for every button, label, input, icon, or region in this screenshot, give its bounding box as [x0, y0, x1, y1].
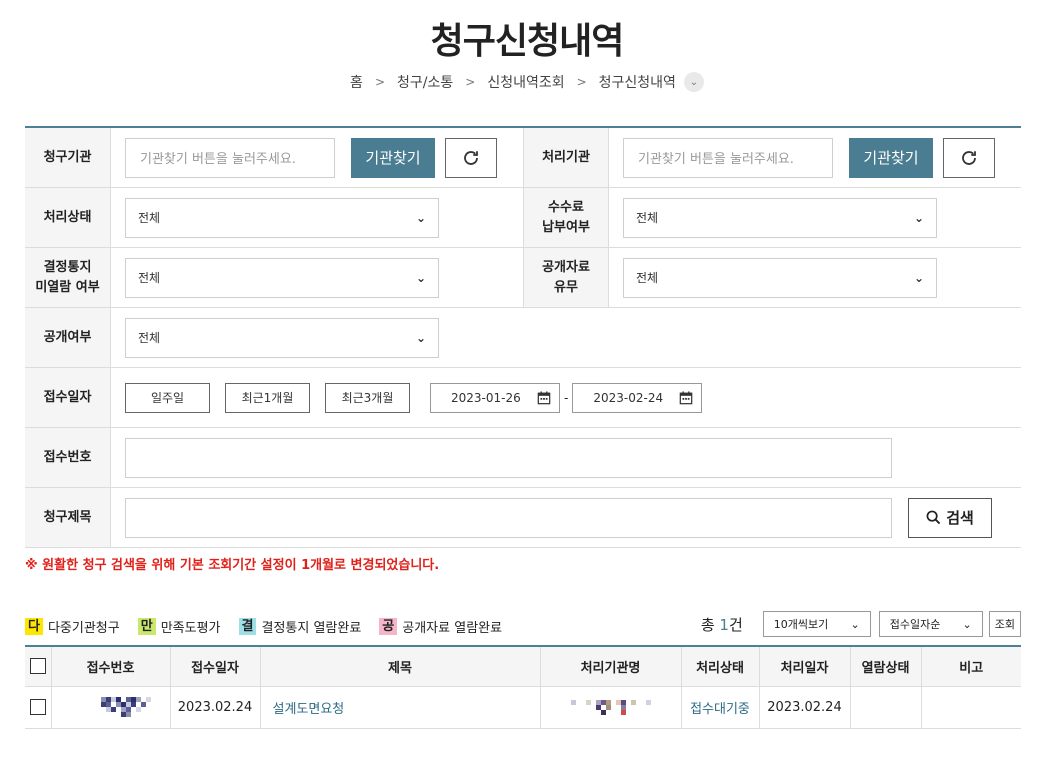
legend-public-read: 공 공개자료 열람완료 [379, 617, 502, 636]
select-all-checkbox[interactable] [29, 658, 46, 675]
receipt-date-label: 접수일자 [25, 368, 111, 427]
calendar-icon[interactable] [679, 390, 693, 405]
breadcrumb-history[interactable]: 신청내역조회 [487, 72, 564, 92]
request-org-find-button[interactable]: 기관찾기 [351, 137, 435, 178]
decision-label: 결정통지 미열람 여부 [25, 248, 111, 307]
search-icon [926, 510, 941, 525]
disclosure-select[interactable]: 전체 ⌄ [125, 317, 439, 358]
chevron-right-icon: > [576, 75, 587, 89]
table-row[interactable]: 2023.02.24 설계도면요청 접수대기중 2023.02.24 [25, 686, 1021, 729]
chevron-right-icon: > [374, 75, 385, 89]
chevron-down-icon: ⌄ [850, 617, 860, 631]
chevron-down-icon[interactable]: ⌄ [683, 72, 704, 92]
receipt-no-label: 접수번호 [25, 428, 111, 487]
request-org-label: 청구기관 [25, 128, 111, 187]
status-legend: 다 다중기관청구 만 만족도평가 결 결정통지 열람완료 공 공개자료 열람완료 [25, 617, 520, 636]
col-receipt-no: 접수번호 [50, 646, 170, 687]
col-title: 제목 [259, 646, 540, 687]
total-count: 총 1건 [700, 615, 743, 634]
start-date-input[interactable]: 2023-01-26 [430, 382, 560, 413]
public-data-label: 공개자료 유무 [523, 248, 609, 307]
chevron-down-icon: ⌄ [415, 270, 426, 285]
request-org-input[interactable]: 기관찾기 버튼을 눌러주세요. [125, 137, 335, 178]
request-title-row: 청구제목 검색 [25, 488, 1021, 548]
status-select[interactable]: 전체 ⌄ [125, 197, 439, 238]
search-button[interactable]: 검색 [908, 497, 992, 538]
period-week-button[interactable]: 일주일 [125, 382, 210, 413]
chevron-right-icon: > [465, 75, 476, 89]
org-row: 청구기관 기관찾기 버튼을 눌러주세요. 기관찾기 처리기관 기관찾기 버튼을 … [25, 128, 1021, 188]
page-size-select[interactable]: 10개씩보기 ⌄ [762, 611, 871, 637]
breadcrumb-current: 청구신청내역 [598, 75, 676, 91]
chevron-down-icon: ⌄ [913, 270, 924, 285]
chevron-down-icon: ⌄ [415, 210, 426, 225]
redacted-mosaic [560, 699, 661, 715]
period-1month-button[interactable]: 최근1개월 [225, 382, 310, 413]
date-range-separator: - [564, 390, 569, 405]
row-checkbox[interactable] [29, 699, 46, 715]
legend-decision-read: 결 결정통지 열람완료 [238, 617, 361, 636]
breadcrumb-request[interactable]: 청구/소통 [397, 72, 453, 92]
select-all-header [25, 646, 51, 687]
status-cell: 접수대기중 [690, 701, 750, 717]
process-org-refresh-button[interactable] [943, 137, 995, 178]
col-read-status: 열람상태 [849, 646, 921, 687]
note-cell [920, 686, 1021, 729]
col-note: 비고 [920, 646, 1021, 687]
fee-label: 수수료 납부여부 [523, 188, 609, 247]
redacted-mosaic [100, 697, 151, 717]
request-org-refresh-button[interactable] [445, 137, 497, 178]
view-button[interactable]: 조회 [988, 611, 1021, 637]
process-org-input[interactable]: 기관찾기 버튼을 눌러주세요. [623, 137, 833, 178]
receipt-no-cell [50, 686, 170, 729]
public-data-select[interactable]: 전체 ⌄ [623, 257, 937, 298]
fee-select[interactable]: 전체 ⌄ [623, 197, 937, 238]
breadcrumb: 홈 > 청구/소통 > 신청내역조회 > 청구신청내역 ⌄ [0, 72, 1054, 92]
legend-mark: 결 [238, 618, 257, 635]
read-status-cell [849, 686, 921, 729]
process-org-cell [539, 686, 681, 729]
process-org-label: 처리기관 [523, 128, 609, 187]
process-date-cell: 2023.02.24 [758, 686, 850, 729]
breadcrumb-home[interactable]: 홈 [350, 72, 363, 92]
receipt-no-input[interactable] [125, 437, 892, 478]
decision-select[interactable]: 전체 ⌄ [125, 257, 439, 298]
list-tools: 총 1건 10개씩보기 ⌄ 접수일자순 ⌄ 조회 [701, 611, 1021, 637]
decision-row: 결정통지 미열람 여부 전체 ⌄ 공개자료 유무 전체 ⌄ [25, 248, 1021, 308]
search-notice: ※ 원활한 청구 검색을 위해 기본 조회기간 설정이 1개월로 변경되었습니다… [25, 558, 440, 573]
col-receipt-date: 접수일자 [169, 646, 260, 687]
request-title-link[interactable]: 설계도면요청 [273, 702, 345, 717]
search-form: 청구기관 기관찾기 버튼을 눌러주세요. 기관찾기 처리기관 기관찾기 버튼을 … [25, 126, 1021, 548]
period-3month-button[interactable]: 최근3개월 [325, 382, 410, 413]
col-process-org: 처리기관명 [539, 646, 681, 687]
chevron-down-icon: ⌄ [415, 330, 426, 345]
refresh-icon [464, 150, 478, 165]
chevron-down-icon: ⌄ [962, 617, 972, 631]
page-title: 청구신청내역 [430, 21, 625, 62]
legend-mark: 다 [25, 618, 43, 635]
table-header-row: 접수번호 접수일자 제목 처리기관명 처리상태 처리일자 열람상태 비고 [25, 646, 1021, 687]
legend-mark: 공 [379, 618, 398, 635]
process-org-find-button[interactable]: 기관찾기 [849, 137, 933, 178]
col-process-date: 처리일자 [758, 646, 850, 687]
legend-mark: 만 [137, 618, 156, 635]
status-row: 처리상태 전체 ⌄ 수수료 납부여부 전체 ⌄ [25, 188, 1021, 248]
request-title-label: 청구제목 [25, 488, 111, 547]
chevron-down-icon: ⌄ [913, 210, 924, 225]
refresh-icon [962, 150, 976, 165]
end-date-input[interactable]: 2023-02-24 [572, 382, 703, 413]
calendar-icon[interactable] [537, 390, 551, 405]
col-status: 처리상태 [680, 646, 759, 687]
legend-multi-org: 다 다중기관청구 [25, 617, 120, 636]
sort-select[interactable]: 접수일자순 ⌄ [878, 611, 983, 637]
status-label: 처리상태 [25, 188, 111, 247]
disclosure-label: 공개여부 [25, 308, 111, 367]
legend-satisfaction: 만 만족도평가 [137, 617, 221, 636]
receipt-date-row: 접수일자 일주일 최근1개월 최근3개월 2023-01-26 - 2023-0… [25, 368, 1021, 428]
request-title-input[interactable] [125, 497, 892, 538]
receipt-date-cell: 2023.02.24 [169, 686, 260, 729]
receipt-no-row: 접수번호 [25, 428, 1021, 488]
result-table: 접수번호 접수일자 제목 처리기관명 처리상태 처리일자 열람상태 비고 202… [25, 645, 1021, 729]
disclosure-row: 공개여부 전체 ⌄ [25, 308, 1021, 368]
